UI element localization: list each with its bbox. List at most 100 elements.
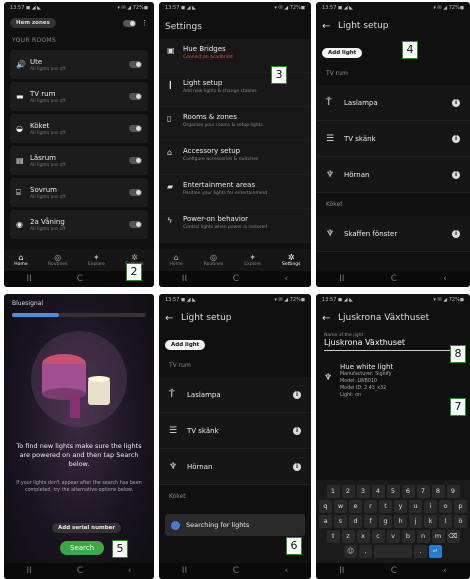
light-row-laslampa[interactable]: Ť Laslampa i: [159, 377, 311, 413]
recent-apps-button[interactable]: II: [182, 566, 187, 576]
home-button[interactable]: C: [233, 274, 239, 284]
key-m[interactable]: m: [431, 530, 445, 543]
settings-item-entertainment-areas[interactable]: ▰ Entertainment areas Position your lights…: [159, 175, 311, 209]
key-6[interactable]: 6: [401, 485, 415, 498]
tab-explore[interactable]: ✦ Explore: [244, 253, 261, 267]
info-icon[interactable]: i: [293, 426, 301, 435]
light-name-field[interactable]: Name of the light Ljuskrona Växthuset: [324, 333, 462, 351]
key-q[interactable]: q: [319, 500, 332, 513]
room-toggle[interactable]: [129, 189, 142, 196]
tab-explore[interactable]: ✦ Explore: [88, 253, 105, 267]
key-1[interactable]: 1: [326, 485, 340, 498]
back-arrow-icon[interactable]: ←: [322, 313, 338, 324]
room-card-l-srum[interactable]: ▤ Läsrum All lights are off: [10, 146, 148, 175]
room-card-2a-v-ning[interactable]: ◉ 2a Våning All lights are off: [10, 210, 148, 239]
master-toggle[interactable]: [123, 19, 136, 27]
key-d[interactable]: d: [349, 515, 362, 528]
key-symbol[interactable]: ⇧: [326, 530, 340, 543]
info-icon[interactable]: i: [293, 462, 301, 471]
key-u[interactable]: u: [409, 500, 422, 513]
key-9[interactable]: 9: [446, 485, 460, 498]
key-4[interactable]: 4: [371, 485, 385, 498]
room-card-k-ket[interactable]: ◒ Köket All lights are off: [10, 114, 148, 143]
room-toggle[interactable]: [129, 125, 142, 132]
info-icon[interactable]: i: [452, 229, 460, 238]
tab-routines[interactable]: ◎ Routines: [204, 253, 224, 267]
light-row-skaffen-f-nster[interactable]: ♆ Skaffen fönster i: [316, 216, 470, 252]
key-o[interactable]: o: [439, 500, 452, 513]
add-light-button[interactable]: Add light: [165, 340, 206, 350]
settings-item-hue-bridges[interactable]: ▣ Hue Bridges Connect an acadbridd: [159, 39, 311, 73]
home-button[interactable]: C: [391, 566, 397, 576]
key-enter[interactable]: ↵: [429, 545, 442, 558]
home-button[interactable]: C: [77, 274, 83, 284]
light-row-tv-sk-nk[interactable]: ☰ TV skänk i: [159, 413, 311, 449]
key-x[interactable]: x: [356, 530, 370, 543]
key-v[interactable]: v: [386, 530, 400, 543]
key-t[interactable]: t: [379, 500, 392, 513]
key-j[interactable]: j: [409, 515, 422, 528]
back-arrow-icon[interactable]: ←: [165, 313, 181, 324]
light-row-h-rnan[interactable]: ♆ Hörnan i: [159, 449, 311, 485]
key-n[interactable]: n: [416, 530, 430, 543]
info-icon[interactable]: i: [293, 390, 301, 399]
key-a[interactable]: a: [319, 515, 332, 528]
tab-routines[interactable]: ◎ Routines: [48, 253, 68, 267]
key-symbol[interactable]: ö: [454, 515, 467, 528]
home-button[interactable]: C: [233, 566, 239, 576]
key-g[interactable]: g: [379, 515, 392, 528]
back-button[interactable]: ‹: [443, 566, 447, 576]
room-card-ute[interactable]: 🔊 Ute All lights are off: [10, 50, 148, 79]
light-row-h-rnan[interactable]: ♆ Hörnan i: [316, 157, 470, 193]
home-button[interactable]: C: [77, 566, 83, 576]
key-p[interactable]: p: [454, 500, 467, 513]
tab-home[interactable]: ⌂ Home: [169, 253, 182, 267]
recent-apps-button[interactable]: II: [26, 566, 31, 576]
settings-item-light-setup[interactable]: ❙ Light setup Add new lights & change stab…: [159, 73, 311, 107]
key-s[interactable]: s: [334, 515, 347, 528]
home-button[interactable]: C: [391, 274, 397, 284]
light-row-tv-sk-nk[interactable]: ☰ TV skänk i: [316, 121, 470, 157]
key-space[interactable]: [374, 545, 412, 558]
add-serial-number-button[interactable]: Add serial number: [52, 523, 122, 533]
tab-settings[interactable]: ✲Settings: [282, 253, 300, 267]
more-icon[interactable]: ⋮: [141, 19, 148, 27]
key-symbol[interactable]: ⌫: [446, 530, 460, 543]
back-button[interactable]: ‹: [285, 566, 289, 576]
settings-item-accessory-setup[interactable]: ⌂ Accessory setup Configure accessories & …: [159, 141, 311, 175]
key-k[interactable]: k: [424, 515, 437, 528]
key-w[interactable]: w: [334, 500, 347, 513]
key-y[interactable]: y: [394, 500, 407, 513]
back-arrow-icon[interactable]: ←: [322, 21, 338, 32]
recent-apps-button[interactable]: II: [182, 274, 187, 284]
key-2[interactable]: 2: [341, 485, 355, 498]
settings-item-rooms-zones[interactable]: ▯ Rooms & zones Organise your rooms & setu…: [159, 107, 311, 141]
recent-apps-button[interactable]: II: [339, 274, 344, 284]
room-toggle[interactable]: [129, 93, 142, 100]
light-row-laslampa[interactable]: Ť Laslampa i: [316, 85, 470, 121]
key-7[interactable]: 7: [416, 485, 430, 498]
recent-apps-button[interactable]: II: [26, 274, 31, 284]
key-symbols[interactable]: ☺: [344, 545, 357, 558]
search-button[interactable]: Search: [60, 541, 105, 555]
tab-home[interactable]: ⌂ Home: [14, 253, 27, 267]
key-3[interactable]: 3: [356, 485, 370, 498]
back-button[interactable]: ‹: [128, 566, 132, 576]
recent-apps-button[interactable]: II: [339, 566, 344, 576]
key-i[interactable]: i: [424, 500, 437, 513]
key-period[interactable]: .: [414, 545, 427, 558]
info-icon[interactable]: i: [452, 134, 460, 143]
add-light-button[interactable]: Add light: [322, 48, 363, 58]
key-comma[interactable]: ,: [359, 545, 372, 558]
key-b[interactable]: b: [401, 530, 415, 543]
key-l[interactable]: l: [439, 515, 452, 528]
back-button[interactable]: ‹: [285, 274, 289, 284]
key-f[interactable]: f: [364, 515, 377, 528]
key-z[interactable]: z: [341, 530, 355, 543]
back-button[interactable]: ‹: [443, 274, 447, 284]
info-icon[interactable]: i: [452, 170, 460, 179]
key-e[interactable]: e: [349, 500, 362, 513]
info-icon[interactable]: i: [452, 98, 460, 107]
room-card-tv-rum[interactable]: ▬ TV rum All lights are off: [10, 82, 148, 111]
key-5[interactable]: 5: [386, 485, 400, 498]
